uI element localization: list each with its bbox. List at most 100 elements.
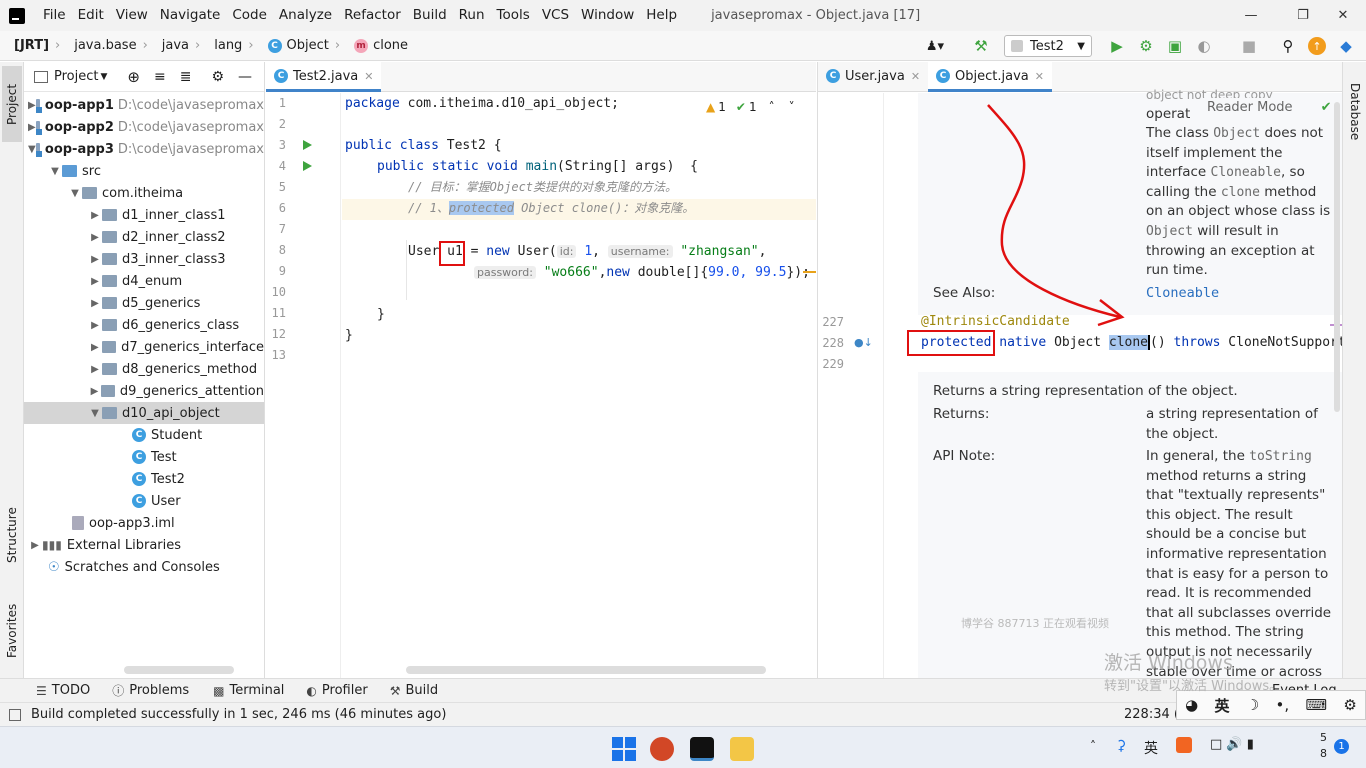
network-volume-battery-icons[interactable]: □ 🔊 ▮ [1210, 737, 1254, 752]
tree-class-student[interactable]: C Student [24, 424, 264, 446]
menu-window[interactable]: Window [575, 0, 640, 31]
menu-navigate[interactable]: Navigate [154, 0, 227, 31]
menu-file[interactable]: File [37, 0, 72, 31]
tree-package-com-itheima[interactable]: ▼ com.itheima [24, 182, 264, 204]
tree-folder-src[interactable]: ▼ src [24, 160, 264, 182]
tree-package-d4[interactable]: ▶ d4_enum [24, 270, 264, 292]
tree-package-d9[interactable]: ▶ d9_generics_attention [24, 380, 264, 402]
code-line-3[interactable]: public class Test2 { [345, 135, 502, 156]
collapse-all-icon[interactable]: ≣ [180, 69, 192, 85]
chevron-down-icon[interactable]: ˅ [789, 100, 795, 114]
code-line-4[interactable]: public static void main(String[] args) { [377, 156, 698, 177]
run-gutter-icon[interactable] [303, 161, 312, 171]
menu-refactor[interactable]: Refactor [338, 0, 407, 31]
notes-icon[interactable] [730, 737, 754, 761]
hide-panel-icon[interactable]: — [238, 69, 252, 85]
horizontal-scrollbar[interactable] [406, 666, 766, 674]
expand-all-icon[interactable]: ≡ [154, 69, 166, 85]
chevron-up-icon[interactable]: ˄ [1090, 739, 1096, 753]
horizontal-scrollbar[interactable] [124, 666, 234, 674]
implementation-gutter-icon[interactable]: ●↓ [854, 336, 873, 349]
stop-icon[interactable]: ■ [1240, 37, 1258, 55]
tree-package-d8[interactable]: ▶ d8_generics_method [24, 358, 264, 380]
tab-object-java[interactable]: C Object.java ✕ [928, 61, 1052, 92]
close-window-button[interactable]: ✕ [1320, 0, 1366, 31]
breadcrumb-java[interactable]: java › [158, 38, 210, 53]
build-tool-button[interactable]: ⚒ Build [390, 683, 438, 698]
inspection-widget[interactable]: ▲ 1 ✔ 1 ˄ ˅ [706, 100, 795, 114]
breadcrumb-jrt[interactable]: [JRT] › [10, 38, 70, 53]
status-message[interactable]: Build completed successfully in 1 sec, 2… [31, 707, 446, 722]
menu-view[interactable]: View [110, 0, 154, 31]
tree-package-d5[interactable]: ▶ d5_generics [24, 292, 264, 314]
ime-moon-icon[interactable]: ☽ [1246, 696, 1259, 714]
code-line-11[interactable]: } [377, 304, 385, 325]
breadcrumb-clone[interactable]: m clone [350, 38, 412, 53]
tree-external-libraries[interactable]: ▶ ▮▮▮ External Libraries [24, 534, 264, 556]
intellij-taskbar-icon[interactable] [690, 737, 714, 761]
tree-file-iml[interactable]: oop-app3.iml [24, 512, 264, 534]
clock-date[interactable]: 8 [1320, 747, 1327, 760]
tree-package-d3[interactable]: ▶ d3_inner_class3 [24, 248, 264, 270]
problems-tool-button[interactable]: ⓘ Problems [112, 682, 189, 699]
close-tab-icon[interactable]: ✕ [911, 70, 920, 83]
code-line-5[interactable]: // 目标：掌握Object类提供的对象克隆的方法。 [408, 177, 677, 198]
tab-test2-java[interactable]: C Test2.java ✕ [266, 61, 382, 92]
vertical-scrollbar[interactable] [1334, 102, 1340, 412]
ime-punctuation-icon[interactable]: •, [1276, 696, 1290, 714]
breadcrumb-lang[interactable]: lang › [210, 38, 263, 53]
project-tool-tab[interactable]: Project [2, 66, 22, 142]
breadcrumb-object[interactable]: C Object › [264, 38, 351, 53]
tree-module-oop-app3[interactable]: ▼ oop-app3 D:\code\javasepromax [24, 138, 264, 160]
code-line-9[interactable]: password: "wo666",new double[]{99.0, 99.… [474, 262, 810, 283]
debug-icon[interactable]: ⚙ [1137, 37, 1155, 55]
menu-code[interactable]: Code [226, 0, 273, 31]
favorites-tool-tab[interactable]: Favorites [2, 592, 22, 670]
clock-time[interactable]: 5 [1320, 731, 1327, 744]
menu-help[interactable]: Help [640, 0, 683, 31]
locate-file-icon[interactable]: ⊕ [127, 68, 140, 86]
start-button[interactable] [612, 737, 636, 761]
chevron-up-icon[interactable]: ˄ [769, 100, 775, 114]
code-line-6[interactable]: // 1、protected Object clone()：对象克隆。 [408, 198, 694, 219]
ime-keyboard-icon[interactable]: ⌨ [1305, 696, 1327, 714]
profiler-tool-button[interactable]: ◐ Profiler [306, 683, 367, 698]
run-gutter-icon[interactable] [303, 140, 312, 150]
search-icon[interactable]: ⚲ [1279, 37, 1297, 55]
coverage-icon[interactable]: ▣ [1166, 37, 1184, 55]
reader-mode-toggle[interactable]: Reader Mode ✔ [1203, 98, 1336, 117]
project-header-label[interactable]: Project [54, 69, 98, 84]
menu-run[interactable]: Run [453, 0, 491, 31]
code-line-1[interactable]: package com.itheima.d10_api_object; [345, 93, 619, 114]
tree-package-d6[interactable]: ▶ d6_generics_class [24, 314, 264, 336]
close-tab-icon[interactable]: ✕ [364, 70, 373, 83]
chevron-down-icon[interactable]: ▼ [100, 72, 107, 82]
tree-package-d2[interactable]: ▶ d2_inner_class2 [24, 226, 264, 248]
structure-tool-tab[interactable]: Structure [2, 492, 22, 578]
powerpoint-icon[interactable] [650, 737, 674, 761]
menu-vcs[interactable]: VCS [536, 0, 575, 31]
panel-toggle-icon[interactable] [9, 708, 21, 721]
close-tab-icon[interactable]: ✕ [1035, 70, 1044, 83]
tree-scratches[interactable]: ☉ Scratches and Consoles [24, 556, 264, 578]
warning-stripe-marker[interactable] [803, 271, 816, 273]
tree-class-test[interactable]: C Test [24, 446, 264, 468]
app-tray-icon[interactable] [1176, 737, 1192, 753]
build-hammer-icon[interactable]: ⚒ [972, 37, 990, 55]
profile-icon[interactable]: ◐ [1195, 37, 1213, 55]
update-icon[interactable]: ↑ [1308, 37, 1326, 55]
tree-package-d1[interactable]: ▶ d1_inner_class1 [24, 204, 264, 226]
tree-class-user[interactable]: C User [24, 490, 264, 512]
tab-user-java[interactable]: C User.java ✕ [818, 61, 928, 91]
code-line-12[interactable]: } [345, 325, 353, 346]
menu-build[interactable]: Build [407, 0, 453, 31]
breadcrumb-java-base[interactable]: java.base › [70, 38, 158, 53]
database-tool-tab[interactable]: Database [1345, 68, 1365, 156]
minimize-button[interactable]: — [1228, 0, 1274, 31]
menu-edit[interactable]: Edit [72, 0, 110, 31]
ide-features-icon[interactable]: ◆ [1337, 37, 1355, 55]
tree-module-oop-app2[interactable]: ▶ oop-app2 D:\code\javasepromax [24, 116, 264, 138]
tree-module-oop-app1[interactable]: ▶ oop-app1 D:\code\javasepromax [24, 94, 264, 116]
tree-class-test2[interactable]: C Test2 [24, 468, 264, 490]
terminal-tool-button[interactable]: ▩ Terminal [213, 683, 284, 698]
